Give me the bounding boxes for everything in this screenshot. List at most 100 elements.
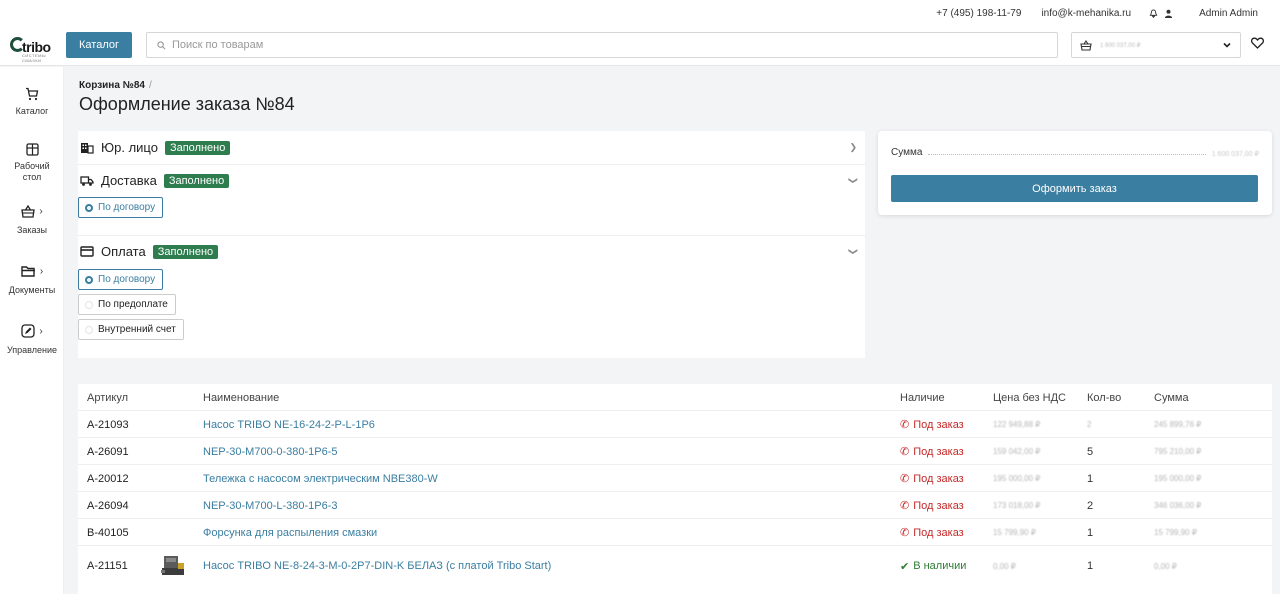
section-delivery-header[interactable]: Доставка Заполнено ❯ (78, 171, 865, 190)
divider (78, 235, 865, 236)
cell-sum: 195 000,00 ₽ (1154, 474, 1202, 483)
breadcrumb: Корзина №84/ (79, 80, 152, 91)
phone-icon: ✆ (900, 473, 910, 485)
chevron-down-icon[interactable]: ❯ (848, 248, 859, 256)
email-link[interactable]: info@k-mehanika.ru (1041, 8, 1131, 19)
chevron-down-icon[interactable]: ❯ (848, 177, 859, 185)
sidebar-item-catalog[interactable]: Каталог (0, 86, 64, 116)
chevron-right-icon[interactable]: ❯ (849, 142, 857, 153)
cell-qty: 1 (1087, 472, 1094, 485)
basket-icon (1080, 39, 1092, 51)
truck-icon (80, 175, 94, 186)
cell-price: 195 000,00 ₽ (993, 474, 1041, 483)
check-icon: ✔ (900, 560, 910, 573)
product-link[interactable]: Форсунка для распыления смазки (203, 519, 377, 546)
col-article: Артикул (87, 391, 129, 404)
cell-avail: ✆ Под заказ (900, 492, 964, 519)
order-summary: Сумма 1 600 037,00 ₽ Оформить заказ (878, 131, 1272, 215)
page-title: Оформление заказа №84 (79, 94, 295, 114)
cell-article: A-21151 (87, 560, 128, 572)
radio-icon[interactable] (85, 275, 93, 284)
cell-avail: ✆ Под заказ (900, 519, 964, 546)
basket-icon (21, 204, 36, 218)
product-link[interactable]: Тележка с насосом электрическим NBE380-W (203, 465, 438, 492)
cart-select[interactable]: 1 600 037,00 ₽ (1071, 32, 1241, 58)
sidebar-item-management[interactable]: › Управление (0, 323, 64, 355)
bell-icon[interactable] (1149, 8, 1158, 18)
product-link[interactable]: NEP-30-M700-0-380-1P6-5 (203, 438, 338, 465)
sidebar-item-label: Каталог (15, 106, 49, 116)
radio-icon[interactable] (85, 300, 93, 309)
avail-text: Под заказ (913, 418, 964, 431)
main-header: tribo СИСТЕМЫ СМАЗКИ Каталог Поиск по то… (0, 26, 1280, 66)
product-link[interactable]: NEP-30-M700-L-380-1P6-3 (203, 492, 338, 519)
cell-article: B-40105 (87, 526, 129, 539)
phone-link[interactable]: +7 (495) 198-11-79 (936, 8, 1021, 19)
chevron-right-icon: › (39, 325, 43, 337)
product-link[interactable]: Насос TRIBO NE-8-24-3-M-0-2P7-DIN-K БЕЛА… (203, 546, 551, 586)
col-name: Наименование (203, 391, 280, 404)
sidebar-item-orders[interactable]: › Заказы (0, 203, 64, 235)
cell-price: 0,00 ₽ (993, 561, 1016, 571)
cell-qty: 1 (1087, 526, 1094, 539)
user-name: Admin Admin (1199, 7, 1258, 19)
phone-icon: ✆ (900, 419, 910, 431)
product-link[interactable]: Насос TRIBO NE-16-24-2-P-L-1P6 (203, 411, 375, 438)
col-price: Цена без НДС (993, 391, 1066, 404)
payment-option-internal[interactable]: Внутренний счет (78, 319, 184, 340)
cell-qty: 2 (1087, 420, 1092, 429)
table-row: A-26091 NEP-30-M700-0-380-1P6-5 ✆ Под зак… (78, 438, 1272, 465)
cell-avail: ✆ Под заказ (900, 411, 964, 438)
cell-qty: 2 (1087, 499, 1094, 512)
pump-image-icon (161, 556, 184, 575)
catalog-button[interactable]: Каталог (66, 32, 132, 58)
avail-text: Под заказ (913, 526, 964, 539)
payment-option-prepay[interactable]: По предоплате (78, 294, 176, 315)
user-menu[interactable]: Admin Admin (1149, 8, 1258, 19)
breadcrumb-cart-link[interactable]: Корзина №84 (79, 80, 145, 91)
table-row: A-26094 NEP-30-M700-L-380-1P6-3 ✆ Под зак… (78, 492, 1272, 519)
avail-text: Под заказ (913, 499, 964, 512)
heart-icon[interactable] (1251, 37, 1264, 49)
summary-value: 1 600 037,00 ₽ (1211, 151, 1259, 158)
chevron-down-icon[interactable] (1222, 40, 1232, 50)
cell-article: A-26091 (87, 445, 129, 458)
logo[interactable]: tribo СИСТЕМЫ СМАЗКИ (10, 36, 54, 63)
place-order-button[interactable]: Оформить заказ (891, 175, 1258, 202)
order-items-table: Артикул Наименование Наличие Цена без НД… (78, 384, 1272, 594)
delivery-option-contract[interactable]: По договору (78, 197, 164, 218)
credit-card-icon (80, 246, 94, 257)
section-legal-header[interactable]: Юр. лицо Заполнено ❯ (78, 138, 865, 157)
cart-value: 1 600 037,00 ₽ (1100, 42, 1141, 49)
divider (78, 164, 865, 165)
cell-article: A-20012 (87, 472, 129, 485)
phone-icon: ✆ (900, 500, 910, 512)
col-avail: Наличие (900, 391, 945, 404)
status-badge: Заполнено (164, 140, 231, 155)
radio-icon[interactable] (85, 325, 93, 334)
col-qty: Кол-во (1087, 391, 1122, 404)
table-row: A-21151 Насос TRIBO NE-8-24-3-M-0-2P7-DI… (78, 546, 1272, 586)
sidebar-item-documents[interactable]: › Документы (0, 263, 64, 296)
payment-option-contract[interactable]: По договору (78, 269, 164, 290)
avail-text: В наличии (913, 560, 967, 572)
user-icon (1164, 9, 1173, 18)
cell-sum: 346 036,00 ₽ (1154, 501, 1202, 510)
breadcrumb-separator: / (148, 80, 152, 91)
section-payment-header[interactable]: Оплата Заполнено ❯ (78, 242, 865, 261)
sidebar-item-label: Документы (8, 285, 56, 295)
avail-text: Под заказ (913, 472, 964, 485)
radio-icon[interactable] (85, 203, 93, 212)
search-input[interactable]: Поиск по товарам (146, 32, 1058, 58)
product-thumbnail[interactable] (160, 546, 186, 586)
cell-qty: 1 (1087, 560, 1094, 572)
search-icon (157, 40, 166, 49)
dashboard-icon (25, 142, 39, 156)
cell-sum: 15 799,90 ₽ (1154, 528, 1197, 537)
table-header: Артикул Наименование Наличие Цена без НД… (78, 384, 1272, 411)
sidebar-item-label: Управление (6, 345, 58, 355)
avail-text: Под заказ (913, 445, 964, 458)
sidebar: Каталог Рабочий стол › Заказы › Документ… (0, 67, 64, 594)
sidebar-item-desktop[interactable]: Рабочий стол (0, 141, 64, 183)
summary-label: Сумма (891, 147, 923, 158)
